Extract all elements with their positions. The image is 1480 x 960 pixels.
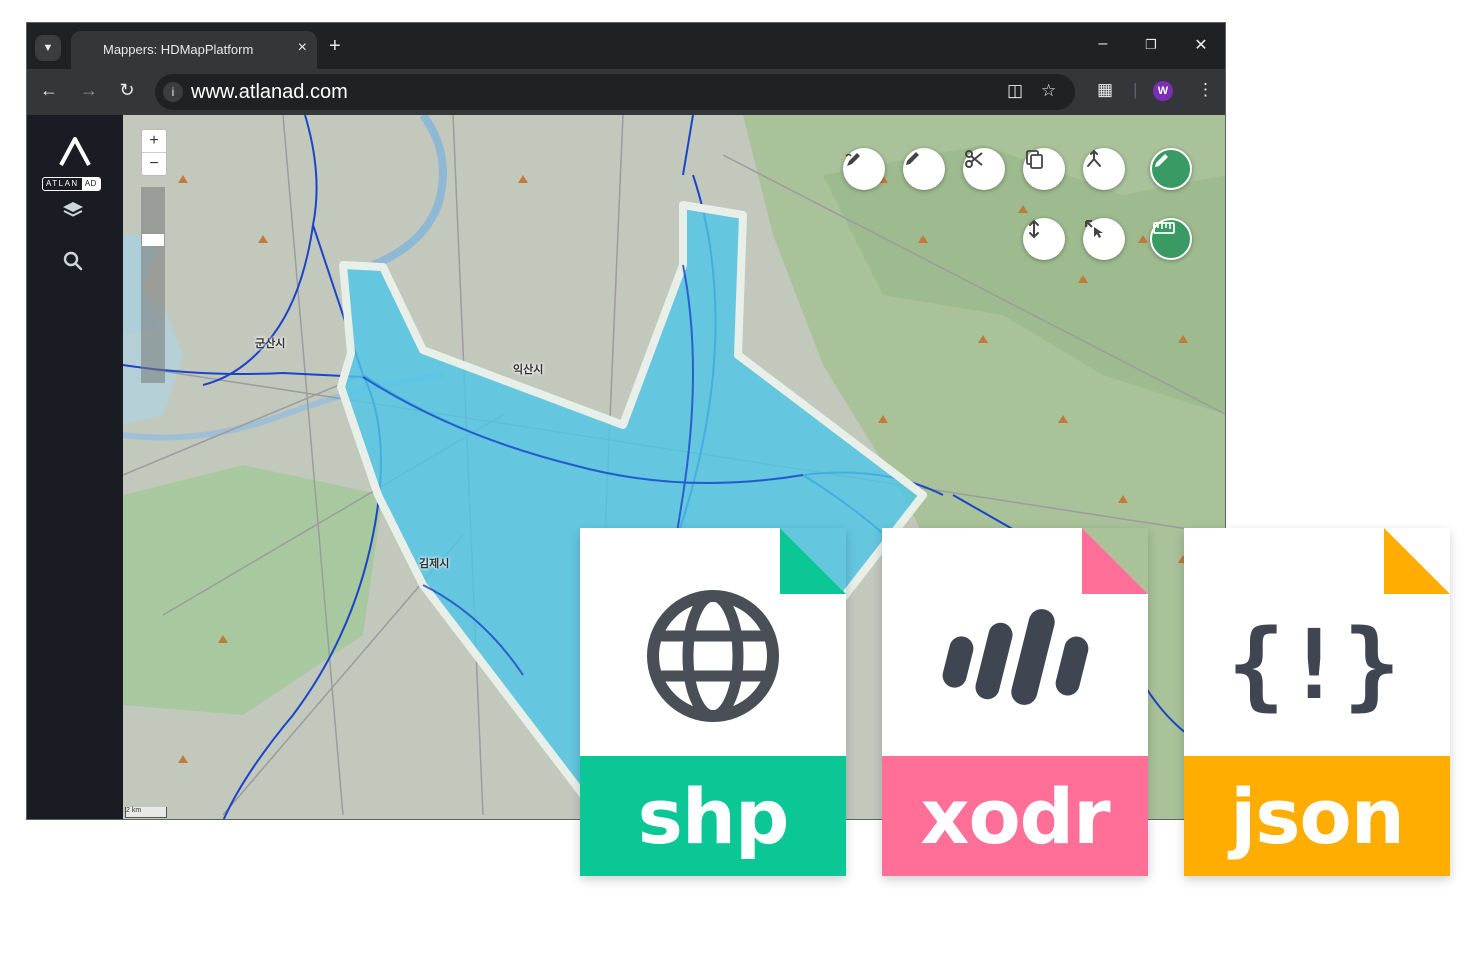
xodr-label: xodr [920,771,1110,861]
restore-icon[interactable]: ❐ [1139,37,1163,53]
pencil-icon [1155,154,1168,167]
logo-text: ATLAN [46,179,79,188]
scissors-icon [965,150,983,168]
new-tab-button[interactable]: + [329,35,341,58]
vertical-arrows-icon [1029,219,1039,239]
browser-toolbar: ← → ↻ i www.atlanad.com ◫ ☆ ▦ | W ⋮ [27,69,1225,115]
close-tab-icon[interactable]: × [298,39,307,57]
draw-tool-button[interactable] [843,148,885,190]
export-card-shp[interactable]: shp [580,528,846,876]
toolbar-divider: | [1133,80,1138,99]
measure-button[interactable] [1150,218,1192,260]
layers-icon[interactable] [61,199,85,223]
pencil-icon [906,152,919,165]
shp-file-body [580,528,846,756]
bookmark-star-icon[interactable]: ☆ [1041,81,1056,101]
cut-button[interactable] [963,148,1005,190]
tab-bar: ▼ Mappers: HDMapPlatform × + – ❐ ✕ [27,23,1225,69]
site-info-icon[interactable]: i [163,82,183,102]
chevron-down-icon: ▼ [42,42,54,54]
edit-button[interactable] [903,148,945,190]
scale-bar: 2 km [125,807,167,818]
active-edit-button[interactable] [1150,148,1192,190]
export-card-xodr[interactable]: xodr [882,528,1148,876]
copy-button[interactable] [1023,148,1065,190]
tab-search-button[interactable]: ▼ [35,35,61,61]
vertical-move-button[interactable] [1023,218,1065,260]
zoom-out-button[interactable]: − [142,152,166,175]
merge-button[interactable] [1083,148,1125,190]
zoom-slider-track[interactable] [141,187,165,383]
json-label: json [1230,771,1405,861]
city-label-gimje: 김제시 [419,558,450,570]
zoom-slider-thumb[interactable] [141,233,165,247]
merge-icon [1087,149,1101,167]
minimize-icon[interactable]: – [1091,35,1115,53]
more-menu-icon[interactable]: ⋮ [1197,80,1214,100]
extensions-icon[interactable]: ▦ [1097,80,1113,100]
browser-tab[interactable]: Mappers: HDMapPlatform × [71,31,317,69]
app-sidebar: ATLAN AD [27,115,123,819]
shp-label: shp [637,771,790,861]
logo-badge: AD [81,178,100,190]
zoom-in-button[interactable]: + [142,130,166,152]
forward-icon[interactable]: → [77,80,101,101]
pen-scribble-icon [845,153,860,166]
xodr-label-band: xodr [882,756,1148,876]
resize-pointer-icon [1085,220,1103,238]
city-label-iksan: 익산시 [513,364,544,376]
copy-icon [1026,150,1043,169]
close-window-icon[interactable]: ✕ [1189,35,1213,55]
json-braces-icon: {!} [1227,609,1400,721]
search-icon[interactable] [61,249,85,273]
profile-avatar[interactable]: W [1153,81,1173,101]
resize-button[interactable] [1083,218,1125,260]
url-text[interactable]: www.atlanad.com [191,81,348,104]
shp-label-band: shp [580,756,846,876]
ruler-icon [1153,222,1175,234]
city-label-gunsan: 군산시 [255,338,286,350]
json-file-body: {!} [1184,528,1450,756]
xodr-file-body [882,528,1148,756]
atlan-logo-wordmark: ATLAN AD [42,177,101,191]
export-card-json[interactable]: {!} json [1184,528,1450,876]
tab-title: Mappers: HDMapPlatform [103,42,254,57]
reload-icon[interactable]: ↻ [115,80,139,101]
install-app-icon[interactable]: ◫ [1007,81,1023,101]
json-label-band: json [1184,756,1450,876]
back-icon[interactable]: ← [37,80,61,101]
address-bar[interactable]: i www.atlanad.com ◫ ☆ [155,74,1075,110]
zoom-control: + − [141,129,167,176]
atlan-logo-icon [59,137,91,166]
